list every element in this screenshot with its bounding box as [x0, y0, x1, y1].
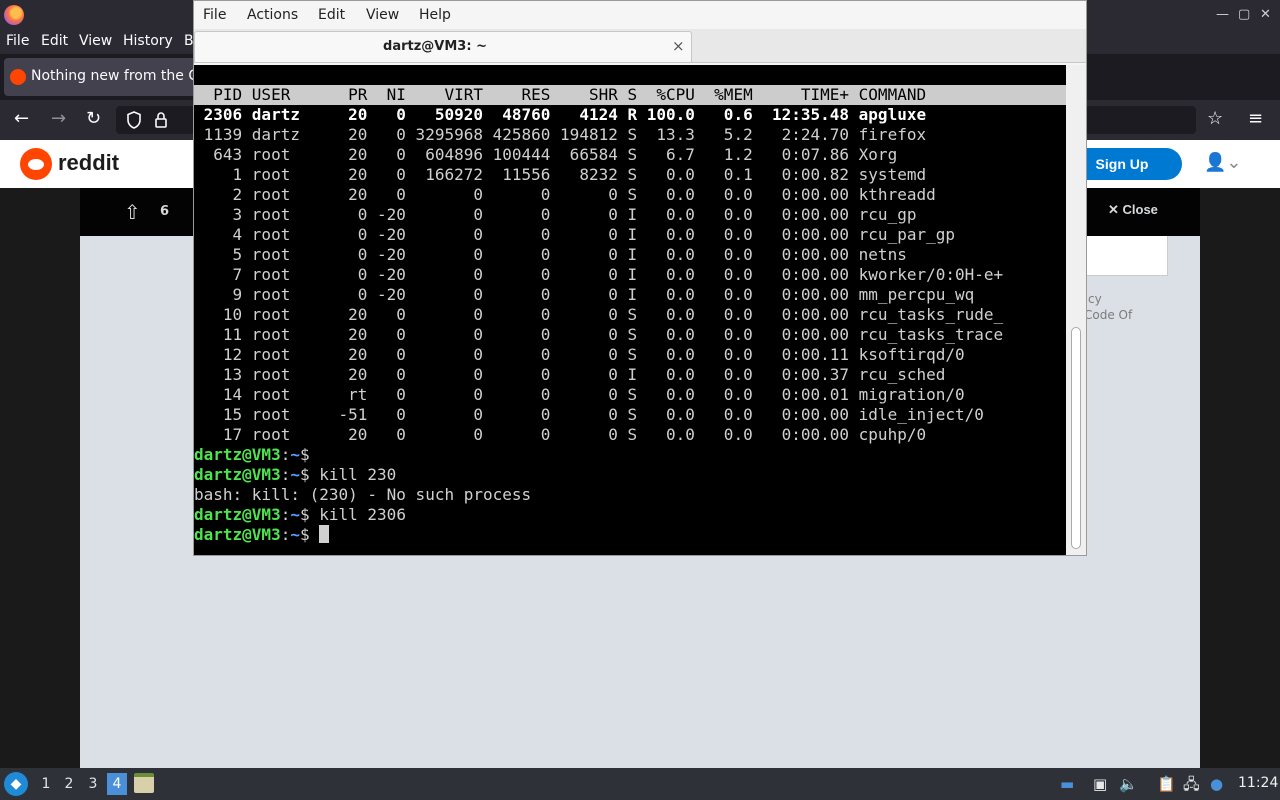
start-menu-icon[interactable]: ◆	[4, 772, 28, 796]
prompt-separator: :	[280, 505, 291, 524]
menu-file[interactable]: File	[6, 33, 29, 49]
workspace-4[interactable]: 4	[107, 773, 127, 795]
menu-view[interactable]: View	[79, 33, 112, 49]
user-menu-icon[interactable]: 👤⌄	[1204, 152, 1242, 173]
text-cursor	[319, 525, 330, 543]
network-icon[interactable]: 🖧	[1183, 774, 1200, 794]
file-manager-icon[interactable]	[134, 773, 154, 793]
terminal-scrollbar[interactable]	[1066, 65, 1086, 555]
menu-edit[interactable]: Edit	[41, 33, 68, 49]
process-row: 3 root 0 -20 0 0 0 I 0.0 0.0 0:00.00 rcu…	[194, 205, 917, 224]
top-column-header: PID USER PR NI VIRT RES SHR S %CPU %MEM …	[194, 85, 1066, 105]
terminal-screen[interactable]: PID USER PR NI VIRT RES SHR S %CPU %MEM …	[194, 65, 1066, 555]
process-row: 1 root 20 0 166272 11556 8232 S 0.0 0.1 …	[194, 165, 927, 184]
policy-link[interactable]: cy	[1088, 292, 1102, 306]
prompt-separator: :	[280, 525, 291, 544]
process-row: 2306 dartz 20 0 50920 48760 4124 R 100.0…	[194, 105, 927, 124]
prompt-user: dartz@VM3	[194, 465, 281, 484]
reddit-favicon-icon	[10, 69, 26, 85]
browser-tab[interactable]: Nothing new from the C	[4, 58, 204, 96]
battery-icon[interactable]: ▣	[1093, 774, 1107, 794]
process-row: 12 root 20 0 0 0 0 S 0.0 0.0 0:00.11 kso…	[194, 345, 965, 364]
process-row: 14 root rt 0 0 0 0 S 0.0 0.0 0:00.01 mig…	[194, 385, 965, 404]
browser-tab-title: Nothing new from the C	[31, 68, 199, 84]
terminal-menu-actions[interactable]: Actions	[247, 7, 298, 23]
process-row: 10 root 20 0 0 0 0 S 0.0 0.0 0:00.00 rcu…	[194, 305, 1004, 324]
code-of-conduct-link[interactable]: Code Of	[1084, 308, 1132, 322]
taskbar: ◆ 1 2 3 4 ▬ ▣ 🔈 📋 🖧 ● 11:24	[0, 768, 1280, 800]
terminal-menu-help[interactable]: Help	[419, 7, 451, 23]
prompt-command: $ kill 230	[299, 465, 397, 484]
forward-button[interactable]: →	[51, 108, 66, 130]
terminal-tab[interactable]: dartz@VM3: ~ ×	[194, 31, 692, 62]
workspace-2[interactable]: 2	[59, 773, 79, 795]
maximize-button[interactable]: ▢	[1238, 6, 1250, 24]
terminal-menu-edit[interactable]: Edit	[318, 7, 345, 23]
prompt-command: $ kill 2306	[299, 505, 406, 524]
terminal-tabbar: dartz@VM3: ~ ×	[194, 29, 1086, 79]
process-row: 7 root 0 -20 0 0 0 I 0.0 0.0 0:00.00 kwo…	[194, 265, 1004, 284]
reload-button[interactable]: ↻	[86, 108, 101, 130]
prompt-path: ~	[290, 465, 300, 484]
close-post-button[interactable]: ✕ Close	[1108, 202, 1158, 218]
terminal-tab-title: dartz@VM3: ~	[383, 39, 487, 54]
clock: 11:24	[1238, 775, 1279, 791]
shell-prompt-line: dartz@VM3:~$ kill 2306	[194, 505, 1066, 525]
vote-count: 6	[160, 204, 170, 219]
prompt-user: dartz@VM3	[194, 505, 281, 524]
sidebar-card	[1086, 236, 1168, 276]
prompt-path: ~	[290, 525, 300, 544]
clipboard-icon[interactable]: 📋	[1157, 774, 1176, 794]
terminal-menu-file[interactable]: File	[203, 7, 226, 23]
process-row: 15 root -51 0 0 0 0 S 0.0 0.0 0:00.00 id…	[194, 405, 984, 424]
back-button[interactable]: ←	[14, 108, 29, 130]
scrollbar-thumb[interactable]	[1071, 327, 1081, 549]
reddit-logo-icon[interactable]	[20, 148, 52, 180]
process-row: 4 root 0 -20 0 0 0 I 0.0 0.0 0:00.00 rcu…	[194, 225, 955, 244]
process-row: 9 root 0 -20 0 0 0 I 0.0 0.0 0:00.00 mm_…	[194, 285, 975, 304]
terminal-window: File Actions Edit View Help dartz@VM3: ~…	[193, 0, 1087, 556]
bookmark-star-icon[interactable]: ☆	[1207, 108, 1223, 130]
menu-history[interactable]: History	[123, 33, 173, 49]
minimize-button[interactable]: —	[1216, 6, 1229, 24]
process-row: 643 root 20 0 604896 100444 66584 S 6.7 …	[194, 145, 898, 164]
workspace-3[interactable]: 3	[83, 773, 103, 795]
prompt-separator: :	[280, 465, 291, 484]
shell-prompt-line: dartz@VM3:~$	[194, 445, 1066, 465]
shell-prompt-line: dartz@VM3:~$	[194, 525, 1066, 545]
reddit-wordmark[interactable]: reddit	[58, 150, 119, 176]
terminal-menubar: File Actions Edit View Help	[194, 1, 1086, 29]
command-output: bash: kill: (230) - No such process	[194, 485, 532, 504]
shell-prompt-line: dartz@VM3:~$ kill 230	[194, 465, 1066, 485]
process-list: 2306 dartz 20 0 50920 48760 4124 R 100.0…	[194, 105, 1066, 445]
prompt-user: dartz@VM3	[194, 525, 281, 544]
workspace-1[interactable]: 1	[36, 773, 56, 795]
process-row: 11 root 20 0 0 0 0 S 0.0 0.0 0:00.00 rcu…	[194, 325, 1004, 344]
process-row: 13 root 20 0 0 0 0 I 0.0 0.0 0:00.37 rcu…	[194, 365, 946, 384]
close-window-button[interactable]: ✕	[1260, 6, 1271, 24]
process-row: 17 root 20 0 0 0 0 S 0.0 0.0 0:00.00 cpu…	[194, 425, 927, 444]
prompt-command: $	[299, 525, 320, 544]
shell-session: dartz@VM3:~$ dartz@VM3:~$ kill 230 bash: …	[194, 445, 1066, 545]
terminal-menu-view[interactable]: View	[366, 7, 399, 23]
prompt-command: $	[299, 445, 320, 464]
process-row: 5 root 0 -20 0 0 0 I 0.0 0.0 0:00.00 net…	[194, 245, 907, 264]
prompt-path: ~	[290, 445, 300, 464]
prompt-separator: :	[280, 445, 291, 464]
firefox-logo-icon	[4, 5, 24, 25]
prompt-user: dartz@VM3	[194, 445, 281, 464]
close-label: Close	[1122, 202, 1158, 217]
lock-icon	[155, 112, 167, 128]
volume-icon[interactable]: 🔈	[1119, 774, 1138, 794]
prompt-path: ~	[290, 505, 300, 524]
notification-icon[interactable]: ●	[1210, 774, 1223, 794]
upvote-icon[interactable]: ⇧	[124, 200, 141, 224]
app-menu-button[interactable]: ≡	[1248, 108, 1263, 130]
close-tab-icon[interactable]: ×	[672, 37, 685, 55]
display-icon[interactable]: ▬	[1060, 774, 1074, 794]
process-row: 2 root 20 0 0 0 0 S 0.0 0.0 0:00.00 kthr…	[194, 185, 936, 204]
shield-icon	[127, 111, 141, 129]
process-row: 1139 dartz 20 0 3295968 425860 194812 S …	[194, 125, 927, 144]
